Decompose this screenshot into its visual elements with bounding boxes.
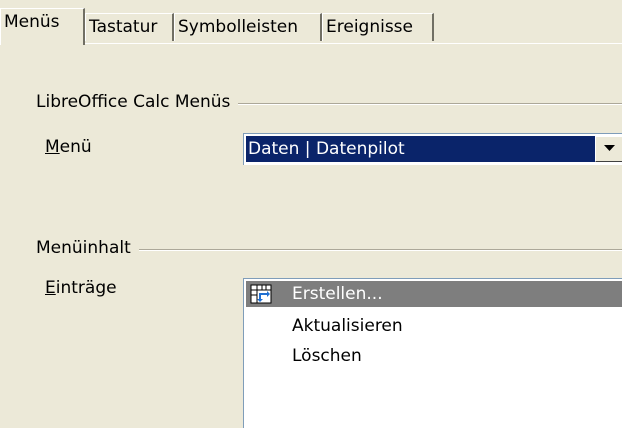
entries-label-rest: inträge [55,278,117,298]
menus-group-title: LibreOffice Calc Menüs [36,92,239,112]
menu-select[interactable]: Daten | Datenpilot [243,133,622,165]
list-item-create[interactable]: Erstellen... [246,281,622,307]
tab-events-label: Ereignisse [326,17,414,37]
tab-events[interactable]: Ereignisse [322,13,434,41]
content-group-title: Menüinhalt [36,238,139,258]
entries-listbox[interactable]: Erstellen... Aktualisieren Löschen [243,278,622,428]
tab-keyboard-label: Tastatur [89,17,158,37]
menu-label-mnemonic: M [45,137,60,157]
list-item-delete[interactable]: Löschen [246,343,622,369]
entries-label-mnemonic: E [45,278,56,298]
entries-label: Einträge [45,278,117,298]
list-item-refresh[interactable]: Aktualisieren [246,313,622,339]
tab-menus-label: Menüs [4,12,60,32]
tab-menus[interactable]: Menüs [0,8,85,45]
tab-toolbars-label: Symbolleisten [178,17,298,37]
menu-select-button[interactable] [595,136,622,162]
chevron-down-icon [604,145,615,151]
menu-select-value: Daten | Datenpilot [246,136,603,162]
tab-bar: Menüs Tastatur Symbolleisten Ereignisse [0,0,622,45]
tab-keyboard[interactable]: Tastatur [85,13,174,41]
list-item-refresh-label: Aktualisieren [292,316,403,336]
tab-toolbars[interactable]: Symbolleisten [174,13,322,41]
menu-label: Menü [45,137,92,157]
list-item-delete-label: Löschen [292,346,362,366]
tab-panel-border [0,43,622,44]
pivot-table-icon [250,284,272,312]
list-item-create-label: Erstellen... [292,284,383,304]
menu-label-rest: enü [59,137,92,157]
